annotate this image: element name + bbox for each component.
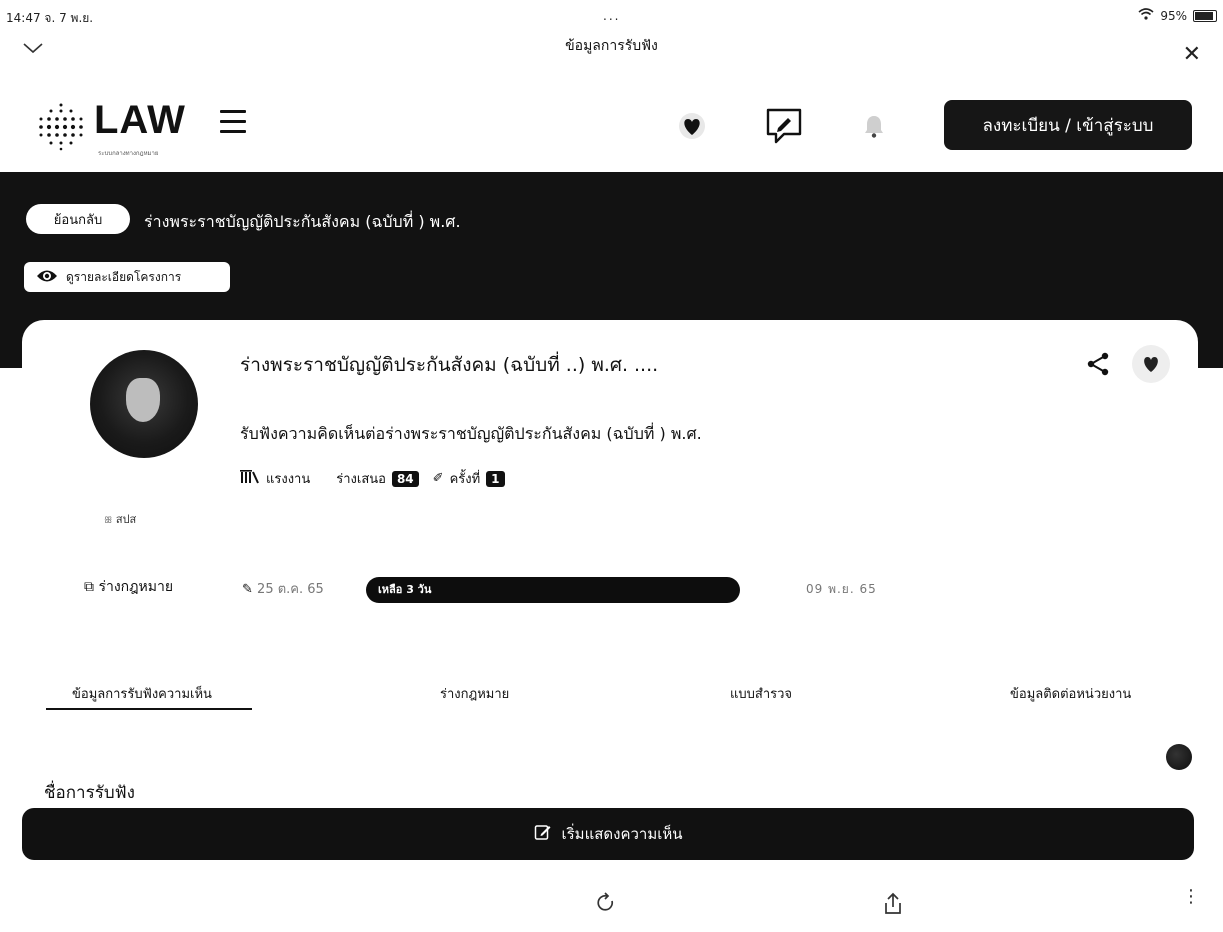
logo-dots-icon	[39, 103, 83, 151]
section-title: ชื่อการรับฟัง	[44, 783, 135, 803]
heart-icon	[1144, 357, 1158, 372]
proposer-label: ร่างเสนอ	[336, 472, 386, 487]
document-icon: ⧉	[84, 579, 94, 595]
upload-icon[interactable]	[882, 892, 904, 920]
agency-icon	[240, 469, 260, 488]
close-icon[interactable]: ✕	[1183, 44, 1201, 66]
status-right: 95%	[1138, 8, 1217, 23]
remaining-days: เหลือ 3 วัน	[378, 583, 432, 596]
start-date: ✎ 25 ต.ค. 65	[242, 582, 324, 597]
tab-active-indicator	[46, 708, 252, 710]
round-value: 1	[486, 470, 505, 487]
end-date: 09 พ.ย. 65	[806, 582, 877, 596]
draft-law-label: ร่างกฎหมาย	[98, 579, 174, 595]
agency-avatar	[90, 350, 198, 458]
browser-title: ข้อมูลการรับฟัง	[565, 38, 658, 54]
login-register-button[interactable]: ลงทะเบียน / เข้าสู่ระบบ	[944, 100, 1192, 150]
start-comment-button[interactable]: เริ่มแสดงความเห็น	[22, 808, 1194, 860]
status-dots: ...	[603, 9, 621, 23]
tab-agency-contact[interactable]: ข้อมูลติดต่อหน่วยงาน	[1010, 683, 1131, 704]
edit-icon	[534, 823, 552, 845]
chat-edit-icon[interactable]	[762, 104, 806, 148]
status-time: 14:47 จ. 7 พ.ย.	[6, 11, 94, 25]
logo-subtitle: ระบบกลางทางกฎหมาย	[98, 150, 159, 157]
calendar-icon: ✎	[242, 582, 253, 597]
tab-draft-law[interactable]: ร่างกฎหมาย	[440, 683, 509, 704]
logo-text: LAW	[94, 98, 186, 142]
draft-law-link[interactable]: ⧉ ร่างกฎหมาย	[84, 576, 173, 598]
favorite-button[interactable]	[1132, 345, 1170, 383]
reload-icon[interactable]	[596, 892, 616, 918]
banner-title: ร่างพระราชบัญญัติประกันสังคม (ฉบับที่ ) …	[144, 212, 461, 231]
project-meta: แรงงาน ร่างเสนอ 84 ✐ ครั้งที่ 1	[240, 468, 505, 489]
floating-chat-icon[interactable]	[1166, 744, 1192, 770]
app-header: LAW ระบบกลางทางกฎหมาย ลงทะเบียน / เข้าสู…	[6, 82, 1218, 172]
share-icon[interactable]	[1086, 352, 1110, 380]
tab-hearing-info[interactable]: ข้อมูลการรับฟังความเห็น	[72, 683, 212, 704]
view-project-detail-button[interactable]: ดูรายละเอียดโครงการ	[24, 262, 230, 292]
project-title: ร่างพระราชบัญญัติประกันสังคม (ฉบับที่ ..…	[240, 354, 659, 376]
start-comment-label: เริ่มแสดงความเห็น	[561, 825, 683, 843]
tab-survey[interactable]: แบบสำรวจ	[730, 683, 792, 704]
agency-name: ꕥ สปส	[104, 513, 137, 526]
round-label: ครั้งที่	[449, 472, 481, 487]
hamburger-menu-icon[interactable]	[220, 110, 246, 140]
agency-label: แรงงาน	[266, 472, 311, 487]
agency-logo-icon: ꕥ	[104, 516, 113, 526]
proposer-count: 84	[391, 470, 419, 487]
eye-icon	[36, 268, 58, 287]
wifi-icon	[1138, 8, 1154, 23]
battery-percent: 95%	[1160, 8, 1187, 23]
view-project-detail-label: ดูรายละเอียดโครงการ	[66, 269, 182, 284]
back-button[interactable]: ย้อนกลับ	[26, 204, 130, 234]
bell-icon[interactable]	[852, 104, 896, 148]
status-bar: 14:47 จ. 7 พ.ย. ... 95%	[0, 0, 1223, 28]
battery-icon	[1193, 9, 1217, 22]
project-subtitle: รับฟังความคิดเห็นต่อร่างพระราชบัญญัติประ…	[240, 424, 702, 443]
logo[interactable]: LAW ระบบกลางทางกฎหมาย	[36, 94, 196, 157]
round-icon: ✐	[432, 471, 444, 486]
kebab-icon[interactable]: ⋮	[1182, 888, 1200, 906]
heart-icon[interactable]	[670, 104, 714, 148]
